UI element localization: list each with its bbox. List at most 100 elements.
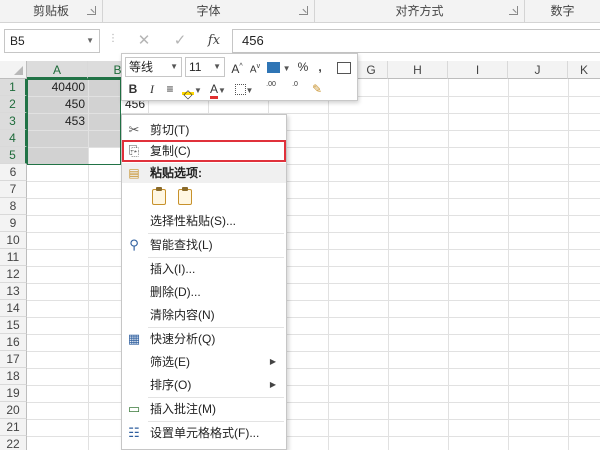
row-header-22[interactable]: 22 xyxy=(0,436,27,450)
menu-item-filter[interactable]: 筛选(E) ▶ xyxy=(122,351,286,373)
ribbon-group-clipboard: 剪贴板 xyxy=(0,0,103,22)
cell-a1[interactable]: 40400 xyxy=(27,79,88,96)
menu-item-label: 粘贴选项: xyxy=(150,166,202,180)
chevron-down-icon: ▼ xyxy=(280,64,291,73)
cell-a2[interactable]: 450 xyxy=(27,96,88,113)
gridline xyxy=(27,249,600,250)
chevron-down-icon[interactable]: ▼ xyxy=(170,58,178,76)
drag-handle-icon[interactable]: ⋮ xyxy=(108,33,118,49)
decrease-decimal-button[interactable]: .0 xyxy=(284,79,306,99)
menu-item-copy[interactable]: ⎘ 复制(C) xyxy=(122,140,286,162)
gridline xyxy=(27,419,600,420)
percent-style-button[interactable]: % xyxy=(296,57,310,77)
cancel-icon[interactable]: ✕ xyxy=(134,31,154,51)
row-header-10[interactable]: 10 xyxy=(0,232,27,249)
mini-toolbar: 等线 ▼ 11 ▼ A^ Av ▼ % , B I ≡ ◇▼ A▼ ▼ .00 … xyxy=(121,53,358,101)
dialog-launcher-icon[interactable] xyxy=(299,6,308,15)
row-header-14[interactable]: 14 xyxy=(0,300,27,317)
increase-decimal-icon: .00 xyxy=(266,81,276,88)
format-painter-button[interactable]: ✎ xyxy=(308,79,326,99)
row-header-1[interactable]: 1 xyxy=(0,79,27,96)
menu-item-format-cells[interactable]: ☷ 设置单元格格式(F)... xyxy=(122,422,286,444)
name-box-value: B5 xyxy=(10,34,25,48)
borders-button[interactable]: ▼ xyxy=(232,79,256,99)
menu-item-delete[interactable]: 删除(D)... xyxy=(122,281,286,303)
row-header-11[interactable]: 11 xyxy=(0,249,27,266)
ribbon-group-label: 对齐方式 xyxy=(395,4,444,18)
row-header-3[interactable]: 3 xyxy=(0,113,27,130)
font-size-select[interactable]: 11 ▼ xyxy=(185,57,225,77)
gridline xyxy=(27,232,600,233)
accounting-format-button[interactable]: ▼ xyxy=(266,57,292,77)
context-menu: ✂ 剪切(T) ⎘ 复制(C) ▤ 粘贴选项: 选择性粘贴(S)... ⚲ 智能… xyxy=(121,114,287,450)
menu-item-quick-analysis[interactable]: ▦ 快速分析(Q) xyxy=(122,328,286,350)
row-header-17[interactable]: 17 xyxy=(0,351,27,368)
column-header-h[interactable]: H xyxy=(388,61,448,79)
column-header-k[interactable]: K xyxy=(568,61,600,79)
dialog-launcher-icon[interactable] xyxy=(87,6,96,15)
name-box[interactable]: B5 ▼ xyxy=(4,29,100,53)
paste-icon: ▤ xyxy=(128,166,140,180)
fill-color-button[interactable]: ◇▼ xyxy=(180,79,204,101)
menu-item-paste-special[interactable]: 选择性粘贴(S)... xyxy=(122,210,286,232)
row-header-7[interactable]: 7 xyxy=(0,181,27,198)
column-header-i[interactable]: I xyxy=(448,61,508,79)
column-header-j[interactable]: J xyxy=(508,61,568,79)
cell-a3[interactable]: 453 xyxy=(27,113,88,130)
comma-style-button[interactable]: , xyxy=(313,57,327,77)
gridline xyxy=(27,215,600,216)
row-header-18[interactable]: 18 xyxy=(0,368,27,385)
gridline xyxy=(27,181,600,182)
row-header-9[interactable]: 9 xyxy=(0,215,27,232)
merge-center-button[interactable] xyxy=(334,57,354,77)
menu-item-insert-comment[interactable]: ▭ 插入批注(M) xyxy=(122,398,286,420)
row-header-19[interactable]: 19 xyxy=(0,385,27,402)
row-header-5[interactable]: 5 xyxy=(0,147,27,164)
worksheet-grid[interactable]: A B C D E F G H I J K 1 2 3 4 5 6 7 8 9 … xyxy=(0,61,600,450)
font-color-button[interactable]: A▼ xyxy=(206,79,230,99)
insert-function-icon[interactable]: fx xyxy=(204,31,224,51)
menu-item-insert[interactable]: 插入(I)... xyxy=(122,258,286,280)
align-center-button[interactable]: ≡ xyxy=(162,79,178,99)
row-header-21[interactable]: 21 xyxy=(0,419,27,436)
dialog-launcher-icon[interactable] xyxy=(509,6,518,15)
chevron-down-icon[interactable]: ▼ xyxy=(213,58,221,76)
bold-button[interactable]: B xyxy=(125,79,141,99)
select-all-button[interactable] xyxy=(0,61,27,79)
menu-item-sort[interactable]: 排序(O) ▶ xyxy=(122,374,286,396)
gridline xyxy=(27,385,600,386)
italic-button[interactable]: I xyxy=(144,79,160,99)
decrease-decimal-icon: .0 xyxy=(292,81,298,88)
row-header-8[interactable]: 8 xyxy=(0,198,27,215)
formula-input[interactable]: 456 xyxy=(232,29,600,53)
smart-lookup-icon: ⚲ xyxy=(129,237,139,252)
chevron-down-icon[interactable]: ▼ xyxy=(86,30,94,52)
menu-item-label: 设置单元格格式(F)... xyxy=(150,426,260,440)
gridline xyxy=(27,283,600,284)
enter-icon[interactable]: ✓ xyxy=(170,31,190,51)
font-name-select[interactable]: 等线 ▼ xyxy=(125,57,182,77)
shrink-font-button[interactable]: Av xyxy=(247,57,263,77)
menu-item-label: 复制(C) xyxy=(150,144,191,158)
column-header-g[interactable]: G xyxy=(355,61,388,79)
menu-item-clear-contents[interactable]: 清除内容(N) xyxy=(122,304,286,326)
column-header-a[interactable]: A xyxy=(27,61,88,79)
row-header-6[interactable]: 6 xyxy=(0,164,27,181)
row-header-12[interactable]: 12 xyxy=(0,266,27,283)
paste-values-icon[interactable] xyxy=(178,187,192,205)
row-header-20[interactable]: 20 xyxy=(0,402,27,419)
paste-option-icon[interactable] xyxy=(152,187,166,205)
grow-font-button[interactable]: A^ xyxy=(229,57,245,77)
menu-item-cut[interactable]: ✂ 剪切(T) xyxy=(122,119,286,141)
comment-icon: ▭ xyxy=(127,401,141,416)
gridline xyxy=(448,79,449,450)
row-header-16[interactable]: 16 xyxy=(0,334,27,351)
format-cells-icon: ☷ xyxy=(128,425,140,440)
row-header-15[interactable]: 15 xyxy=(0,317,27,334)
row-header-4[interactable]: 4 xyxy=(0,130,27,147)
increase-decimal-button[interactable]: .00 xyxy=(260,79,282,99)
row-header-2[interactable]: 2 xyxy=(0,96,27,113)
row-header-13[interactable]: 13 xyxy=(0,283,27,300)
fill-color-icon: ◇ xyxy=(182,84,195,101)
menu-item-smart-lookup[interactable]: ⚲ 智能查找(L) xyxy=(122,234,286,256)
